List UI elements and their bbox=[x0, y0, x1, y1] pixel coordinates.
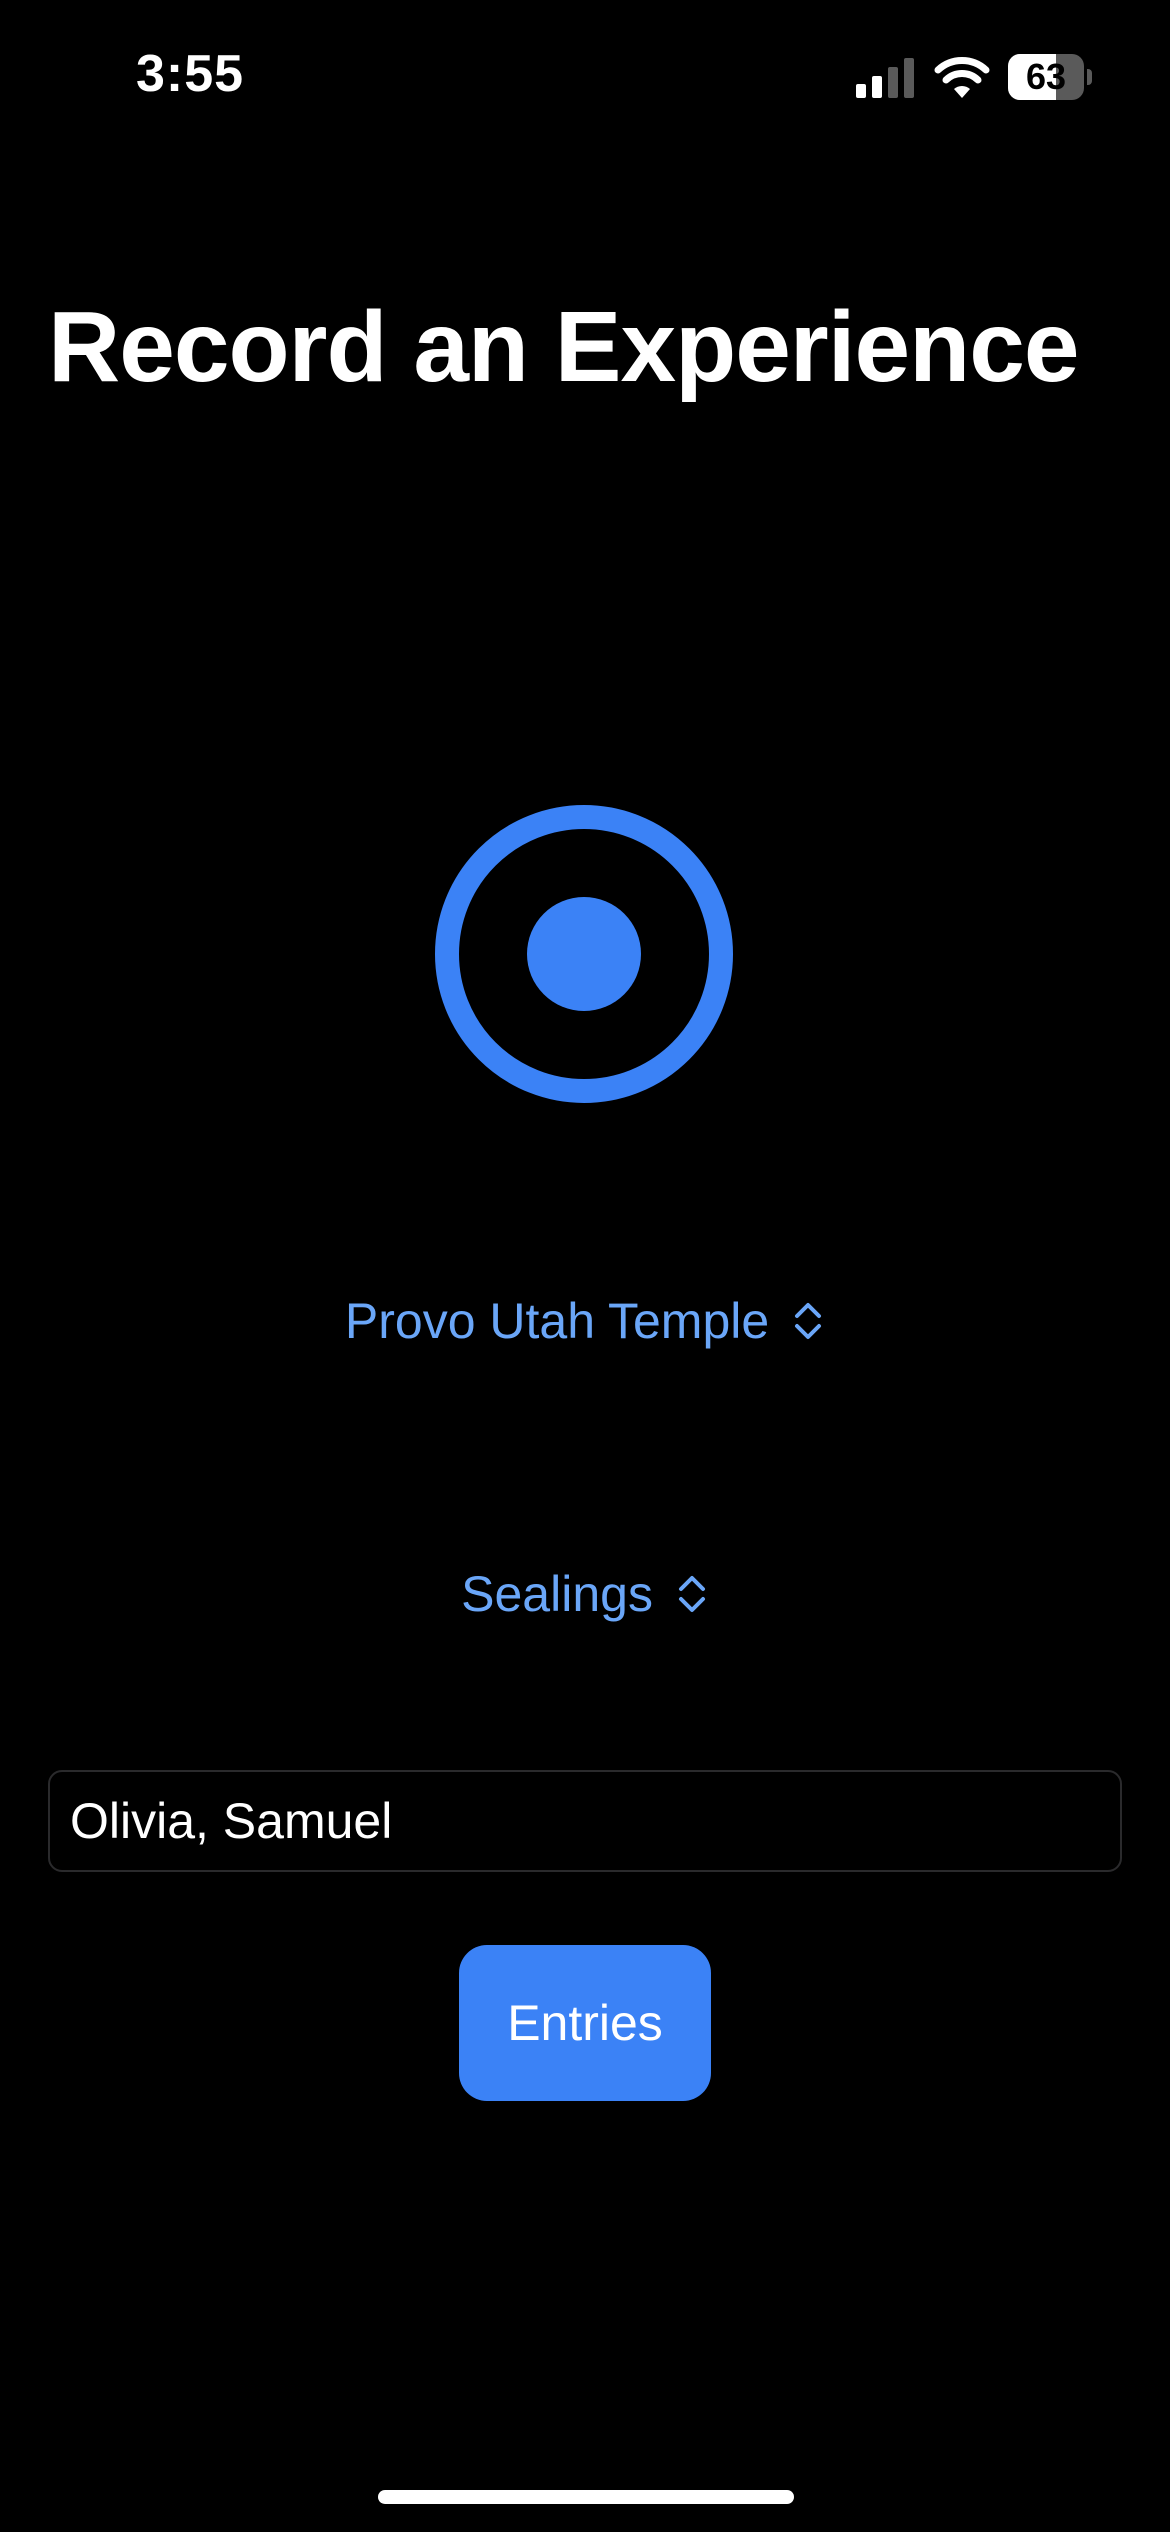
battery-icon: 63 bbox=[1008, 54, 1092, 100]
battery-percent: 63 bbox=[1025, 56, 1067, 97]
chevron-up-down-icon bbox=[678, 1575, 705, 1612]
cellular-signal-icon bbox=[856, 58, 914, 98]
home-indicator[interactable] bbox=[378, 2490, 794, 2504]
temple-picker-value: Provo Utah Temple bbox=[344, 1293, 770, 1349]
entries-button[interactable]: Entries bbox=[459, 1945, 711, 2101]
record-button[interactable] bbox=[434, 804, 734, 1104]
wifi-icon bbox=[934, 57, 990, 98]
page-title: Record an Experience bbox=[48, 291, 1079, 403]
status-time: 3:55 bbox=[136, 45, 245, 103]
chevron-up-down-icon bbox=[795, 1302, 822, 1339]
ordinance-picker-value: Sealings bbox=[461, 1566, 653, 1622]
record-circle-icon bbox=[527, 897, 641, 1011]
names-input[interactable] bbox=[48, 1770, 1122, 1872]
ordinance-picker[interactable]: Sealings bbox=[0, 1565, 1170, 1623]
temple-picker[interactable]: Provo Utah Temple bbox=[0, 1292, 1170, 1350]
